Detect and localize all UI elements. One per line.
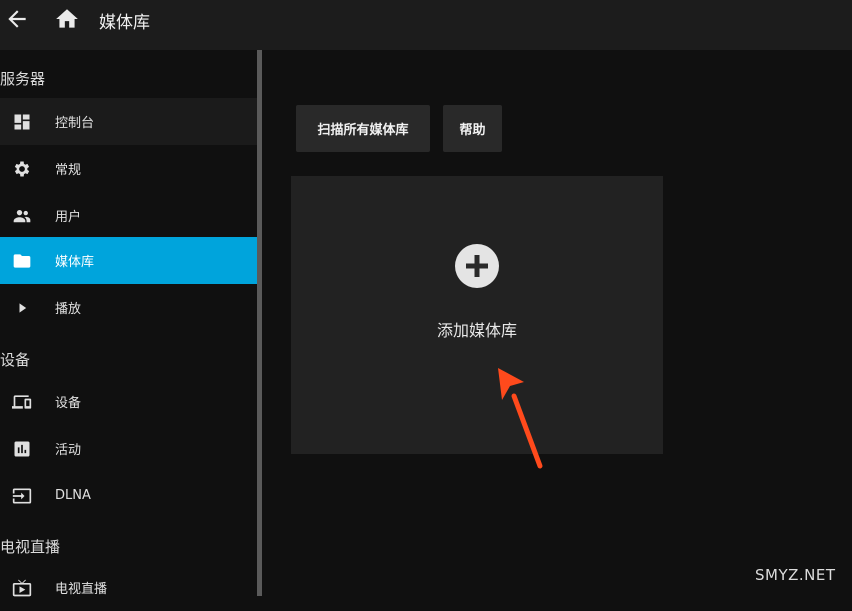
devices-icon: [12, 395, 32, 409]
sidebar-item-label: 用户: [55, 210, 82, 225]
live-tv-icon: [12, 579, 32, 597]
sidebar-item-label: DLNA: [55, 488, 91, 503]
sidebar-item-library[interactable]: 媒体库: [0, 237, 257, 284]
dashboard-icon: [14, 114, 30, 130]
annotation-arrow-icon: [498, 368, 543, 469]
plus-circle-icon: [455, 244, 499, 288]
sidebar-scrollbar[interactable]: [257, 50, 262, 596]
input-icon: [12, 488, 32, 504]
sidebar: 服务器 控制台 常规 用户 媒体库 播放 设备 设备 活动 DLNA 电视直播 …: [0, 50, 257, 597]
people-icon: [13, 210, 31, 223]
section-live-tv: 电视直播: [0, 538, 61, 556]
page-title: 媒体库: [99, 13, 150, 33]
sidebar-item-label: 设备: [55, 396, 82, 411]
sidebar-item-live-tv[interactable]: 电视直播: [0, 564, 257, 611]
sidebar-item-label: 媒体库: [55, 255, 95, 270]
help-button[interactable]: 帮助: [443, 105, 502, 152]
sidebar-item-activity[interactable]: 活动: [0, 425, 257, 472]
arrow-left-icon[interactable]: [4, 6, 30, 32]
sidebar-item-dashboard[interactable]: 控制台: [0, 98, 257, 145]
section-devices: 设备: [0, 351, 31, 369]
folder-icon: [13, 254, 31, 268]
section-server: 服务器: [0, 70, 46, 88]
sidebar-item-general[interactable]: 常规: [0, 145, 257, 192]
sidebar-item-users[interactable]: 用户: [0, 192, 257, 239]
play-icon: [19, 303, 27, 313]
add-library-card[interactable]: 添加媒体库: [291, 176, 663, 454]
sidebar-item-dlna[interactable]: DLNA: [0, 472, 257, 519]
top-bar: 媒体库: [0, 0, 852, 50]
sidebar-item-devices[interactable]: 设备: [0, 378, 257, 425]
home-icon[interactable]: [54, 6, 80, 32]
sidebar-item-label: 常规: [55, 163, 82, 178]
scan-all-libraries-button[interactable]: 扫描所有媒体库: [296, 105, 430, 152]
sidebar-item-playback[interactable]: 播放: [0, 284, 257, 331]
gear-icon: [14, 161, 30, 177]
sidebar-item-label: 播放: [55, 302, 82, 317]
sidebar-item-label: 电视直播: [55, 582, 108, 597]
sidebar-item-label: 活动: [55, 443, 82, 458]
watermark: SMYZ.NET: [755, 566, 836, 584]
add-library-label: 添加媒体库: [436, 321, 517, 340]
sidebar-item-label: 控制台: [55, 116, 95, 131]
bar-chart-icon: [14, 441, 30, 457]
